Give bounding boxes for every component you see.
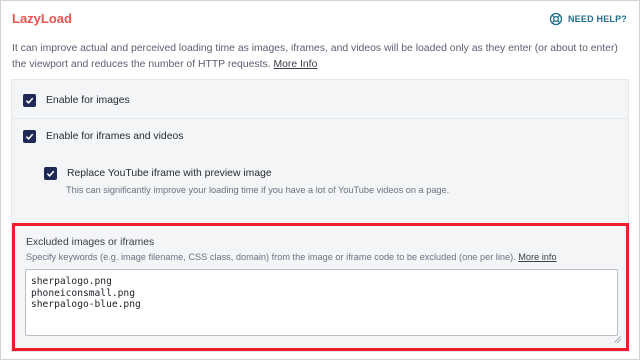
divider — [12, 118, 628, 119]
need-help-label: NEED HELP? — [567, 14, 627, 24]
excluded-title: Excluded images or iframes — [26, 237, 155, 248]
section-title: LazyLoad — [12, 11, 72, 26]
option-label: Enable for iframes and videos — [46, 131, 184, 142]
need-help-button[interactable]: NEED HELP? — [549, 12, 627, 26]
option-label: Enable for images — [46, 95, 130, 106]
section-description: It can improve actual and perceived load… — [12, 41, 627, 73]
section-header: LazyLoad NEED HELP? — [1, 1, 639, 37]
checkbox-youtube-preview[interactable] — [44, 167, 57, 180]
excluded-more-info-link[interactable]: More info — [518, 252, 556, 262]
more-info-link[interactable]: More Info — [273, 59, 317, 70]
excluded-items-section: Excluded images or iframes Specify keywo… — [12, 223, 629, 351]
excluded-hint: Specify keywords (e.g. image filename, C… — [26, 252, 621, 262]
option-enable-images[interactable]: Enable for images — [23, 94, 130, 107]
checkbox-enable-images[interactable] — [23, 94, 36, 107]
option-label: Replace YouTube iframe with preview imag… — [67, 168, 272, 179]
settings-window: LazyLoad NEED HELP? It can improve actua… — [0, 0, 640, 360]
checkbox-enable-iframes-videos[interactable] — [23, 130, 36, 143]
checkmark-icon — [46, 170, 55, 177]
excluded-hint-text: Specify keywords (e.g. image filename, C… — [26, 252, 519, 262]
resize-grip-icon[interactable] — [614, 336, 621, 343]
excluded-items-textarea[interactable] — [25, 269, 618, 336]
lifebuoy-icon — [549, 12, 563, 26]
option-enable-iframes-videos[interactable]: Enable for iframes and videos — [23, 130, 183, 143]
youtube-preview-hint: This can significantly improve your load… — [66, 185, 450, 195]
checkmark-icon — [25, 133, 34, 140]
option-youtube-preview[interactable]: Replace YouTube iframe with preview imag… — [44, 167, 272, 180]
checkmark-icon — [25, 97, 34, 104]
